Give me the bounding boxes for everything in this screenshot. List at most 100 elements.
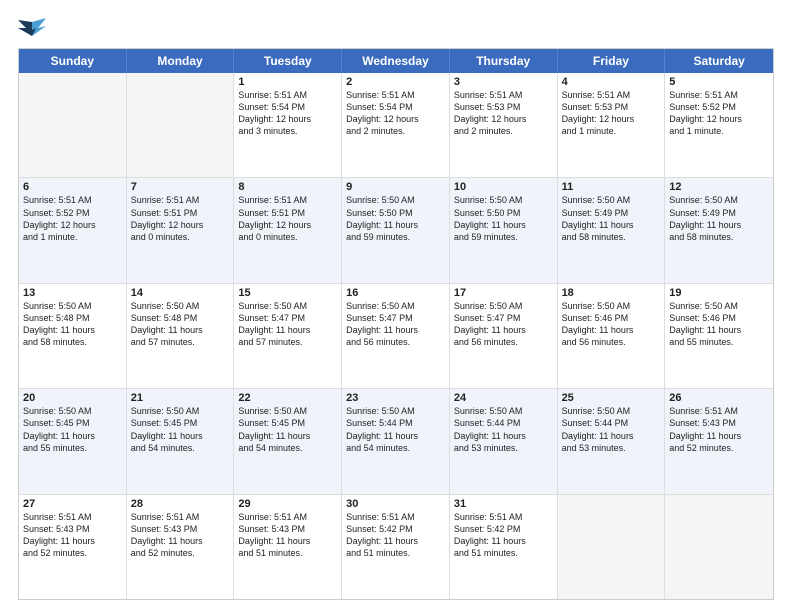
cell-info-line: Daylight: 11 hours (23, 324, 122, 336)
cell-info-line: and 51 minutes. (454, 547, 553, 559)
calendar-row-5: 27Sunrise: 5:51 AMSunset: 5:43 PMDayligh… (19, 494, 773, 599)
day-number: 7 (131, 181, 230, 193)
cell-info-line: Daylight: 12 hours (23, 219, 122, 231)
day-number: 11 (562, 181, 661, 193)
cell-info-line: Daylight: 12 hours (238, 219, 337, 231)
cell-info-line: and 55 minutes. (669, 336, 769, 348)
cell-info-line: and 0 minutes. (238, 231, 337, 243)
calendar-row-2: 6Sunrise: 5:51 AMSunset: 5:52 PMDaylight… (19, 177, 773, 282)
cell-info-line: Daylight: 12 hours (562, 113, 661, 125)
day-number: 1 (238, 76, 337, 88)
cell-info-line: Sunset: 5:47 PM (238, 312, 337, 324)
cell-info-line: Daylight: 11 hours (562, 430, 661, 442)
cell-info-line: and 52 minutes. (131, 547, 230, 559)
cell-info-line: Daylight: 11 hours (131, 430, 230, 442)
cell-info-line: Sunset: 5:54 PM (346, 101, 445, 113)
cell-info-line: Daylight: 11 hours (454, 430, 553, 442)
cell-info-line: Sunrise: 5:50 AM (454, 300, 553, 312)
cell-info-line: and 59 minutes. (346, 231, 445, 243)
col-header-friday: Friday (558, 49, 666, 73)
cell-info-line: and 58 minutes. (562, 231, 661, 243)
day-number: 16 (346, 287, 445, 299)
cell-info-line: Sunrise: 5:50 AM (23, 405, 122, 417)
cell-info-line: Sunrise: 5:51 AM (346, 89, 445, 101)
day-number: 2 (346, 76, 445, 88)
col-header-monday: Monday (127, 49, 235, 73)
calendar-cell: 16Sunrise: 5:50 AMSunset: 5:47 PMDayligh… (342, 284, 450, 388)
cell-info-line: and 1 minute. (669, 125, 769, 137)
cell-info-line: and 3 minutes. (238, 125, 337, 137)
calendar-cell: 9Sunrise: 5:50 AMSunset: 5:50 PMDaylight… (342, 178, 450, 282)
cell-info-line: and 2 minutes. (346, 125, 445, 137)
cell-info-line: and 56 minutes. (346, 336, 445, 348)
calendar-cell: 15Sunrise: 5:50 AMSunset: 5:47 PMDayligh… (234, 284, 342, 388)
cell-info-line: Sunrise: 5:51 AM (669, 405, 769, 417)
day-number: 26 (669, 392, 769, 404)
day-number: 28 (131, 498, 230, 510)
cell-info-line: Sunrise: 5:50 AM (238, 300, 337, 312)
day-number: 23 (346, 392, 445, 404)
calendar-cell (19, 73, 127, 177)
cell-info-line: Daylight: 12 hours (238, 113, 337, 125)
cell-info-line: Sunset: 5:43 PM (238, 523, 337, 535)
cell-info-line: and 58 minutes. (669, 231, 769, 243)
header (18, 18, 774, 40)
cell-info-line: and 58 minutes. (23, 336, 122, 348)
cell-info-line: Sunset: 5:48 PM (23, 312, 122, 324)
cell-info-line: Sunrise: 5:50 AM (454, 194, 553, 206)
calendar-cell: 17Sunrise: 5:50 AMSunset: 5:47 PMDayligh… (450, 284, 558, 388)
calendar-cell (127, 73, 235, 177)
cell-info-line: Sunset: 5:51 PM (131, 207, 230, 219)
cell-info-line: and 53 minutes. (454, 442, 553, 454)
cell-info-line: Sunrise: 5:50 AM (346, 194, 445, 206)
cell-info-line: and 56 minutes. (562, 336, 661, 348)
calendar-cell: 19Sunrise: 5:50 AMSunset: 5:46 PMDayligh… (665, 284, 773, 388)
calendar-cell: 30Sunrise: 5:51 AMSunset: 5:42 PMDayligh… (342, 495, 450, 599)
calendar-cell: 20Sunrise: 5:50 AMSunset: 5:45 PMDayligh… (19, 389, 127, 493)
cell-info-line: Sunset: 5:45 PM (23, 417, 122, 429)
cell-info-line: and 55 minutes. (23, 442, 122, 454)
cell-info-line: Sunrise: 5:50 AM (346, 405, 445, 417)
calendar: SundayMondayTuesdayWednesdayThursdayFrid… (18, 48, 774, 600)
cell-info-line: Sunset: 5:44 PM (346, 417, 445, 429)
cell-info-line: and 0 minutes. (131, 231, 230, 243)
col-header-thursday: Thursday (450, 49, 558, 73)
cell-info-line: Daylight: 11 hours (669, 219, 769, 231)
cell-info-line: and 57 minutes. (131, 336, 230, 348)
cell-info-line: Sunset: 5:53 PM (562, 101, 661, 113)
cell-info-line: and 54 minutes. (131, 442, 230, 454)
cell-info-line: Sunrise: 5:51 AM (238, 89, 337, 101)
cell-info-line: Sunrise: 5:50 AM (238, 405, 337, 417)
cell-info-line: Sunset: 5:42 PM (454, 523, 553, 535)
cell-info-line: Daylight: 11 hours (238, 324, 337, 336)
cell-info-line: Sunrise: 5:50 AM (562, 194, 661, 206)
col-header-saturday: Saturday (665, 49, 773, 73)
calendar-row-3: 13Sunrise: 5:50 AMSunset: 5:48 PMDayligh… (19, 283, 773, 388)
calendar-cell: 5Sunrise: 5:51 AMSunset: 5:52 PMDaylight… (665, 73, 773, 177)
calendar-cell: 18Sunrise: 5:50 AMSunset: 5:46 PMDayligh… (558, 284, 666, 388)
cell-info-line: Sunrise: 5:51 AM (238, 194, 337, 206)
cell-info-line: Sunrise: 5:50 AM (131, 300, 230, 312)
cell-info-line: Sunrise: 5:50 AM (562, 300, 661, 312)
day-number: 29 (238, 498, 337, 510)
day-number: 20 (23, 392, 122, 404)
cell-info-line: Sunrise: 5:51 AM (131, 511, 230, 523)
cell-info-line: and 52 minutes. (23, 547, 122, 559)
calendar-cell: 4Sunrise: 5:51 AMSunset: 5:53 PMDaylight… (558, 73, 666, 177)
logo (18, 18, 50, 40)
col-header-tuesday: Tuesday (234, 49, 342, 73)
day-number: 24 (454, 392, 553, 404)
calendar-cell: 21Sunrise: 5:50 AMSunset: 5:45 PMDayligh… (127, 389, 235, 493)
cell-info-line: Sunset: 5:43 PM (669, 417, 769, 429)
cell-info-line: Sunset: 5:43 PM (23, 523, 122, 535)
cell-info-line: Sunset: 5:50 PM (454, 207, 553, 219)
day-number: 30 (346, 498, 445, 510)
cell-info-line: Sunset: 5:52 PM (669, 101, 769, 113)
cell-info-line: and 2 minutes. (454, 125, 553, 137)
day-number: 14 (131, 287, 230, 299)
cell-info-line: Sunset: 5:52 PM (23, 207, 122, 219)
calendar-cell: 14Sunrise: 5:50 AMSunset: 5:48 PMDayligh… (127, 284, 235, 388)
calendar-cell: 29Sunrise: 5:51 AMSunset: 5:43 PMDayligh… (234, 495, 342, 599)
cell-info-line: Sunset: 5:47 PM (454, 312, 553, 324)
cell-info-line: Daylight: 11 hours (454, 535, 553, 547)
